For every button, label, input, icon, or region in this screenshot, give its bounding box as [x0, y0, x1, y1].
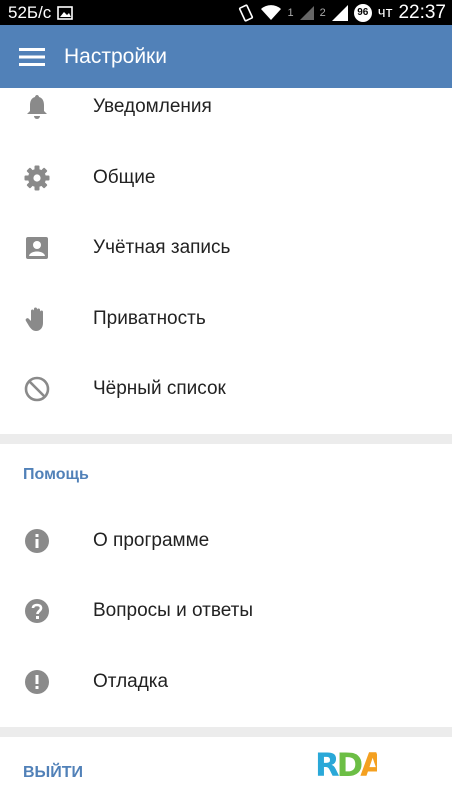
logout-button[interactable]: ВЫЙТИ	[23, 764, 83, 782]
section-divider	[0, 434, 452, 444]
item-label: Вопросы и ответы	[93, 600, 254, 621]
sim2-label: 2	[319, 6, 326, 19]
settings-item-general[interactable]: Общие	[0, 143, 452, 213]
vibrate-icon	[238, 3, 254, 22]
gear-icon	[23, 164, 51, 192]
sim1-label: 1	[287, 6, 294, 19]
settings-item-privacy[interactable]: Приватность	[0, 284, 452, 354]
help-item-about[interactable]: О программе	[0, 506, 452, 576]
section-divider	[0, 727, 452, 737]
battery-badge: 96	[353, 3, 372, 22]
clock: 22:37	[398, 1, 446, 23]
day-label: чт	[377, 4, 393, 21]
alert-icon	[23, 668, 51, 696]
info-icon	[23, 527, 51, 555]
settings-item-account[interactable]: Учётная запись	[0, 213, 452, 283]
account-box-icon	[23, 234, 51, 262]
help-item-faq[interactable]: Вопросы и ответы	[0, 576, 452, 646]
status-bar: 52Б/с 1 2 96 чт 22:37	[0, 0, 452, 25]
page-title: Настройки	[64, 44, 167, 68]
settings-item-notifications[interactable]: Уведомления	[0, 72, 452, 142]
item-label: Общие	[93, 167, 156, 188]
hand-icon	[23, 305, 51, 333]
hamburger-menu-icon	[19, 47, 45, 66]
watermark-logo: RDA	[315, 746, 388, 785]
settings-item-blacklist[interactable]: Чёрный список	[0, 354, 452, 424]
status-bar-left: 52Б/с	[8, 2, 74, 23]
item-label: Учётная запись	[93, 237, 231, 258]
watermark-text: RDA	[315, 746, 377, 780]
network-speed: 52Б/с	[8, 2, 52, 22]
image-icon	[57, 5, 74, 20]
signal-icon	[299, 5, 314, 20]
item-label: Приватность	[93, 308, 206, 329]
help-icon	[23, 597, 51, 625]
item-label: О программе	[93, 530, 210, 551]
wifi-icon	[260, 4, 282, 21]
item-label: Уведомления	[93, 96, 212, 117]
item-label: Отладка	[93, 671, 169, 692]
block-icon	[23, 375, 51, 403]
bell-icon	[23, 93, 51, 121]
help-item-debug[interactable]: Отладка	[0, 647, 452, 717]
status-bar-right: 1 2 96 чт 22:37	[238, 2, 446, 24]
signal-icon	[331, 4, 348, 21]
help-section-header: Помощь	[23, 466, 89, 483]
item-label: Чёрный список	[93, 378, 226, 399]
